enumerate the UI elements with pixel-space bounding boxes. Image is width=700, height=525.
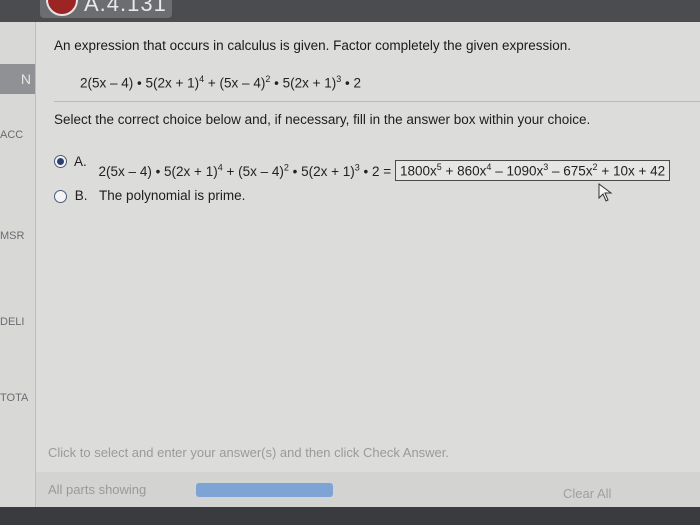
sidebar-label-tota: TOTA — [0, 392, 29, 404]
bottom-bar — [0, 507, 700, 525]
answer-part: – 1090x — [491, 163, 544, 179]
choice-a-expression: 2(5x – 4) • 5(2x + 1)4 + (5x – 4)2 • 5(2… — [98, 160, 671, 181]
status-circle-icon — [46, 0, 78, 16]
choice-a-letter: A. — [74, 153, 87, 169]
radio-choice-a[interactable] — [54, 155, 67, 169]
expr-part: + (5x – 4) — [204, 75, 266, 91]
expr-part: • 2 — [341, 75, 361, 91]
all-parts-showing-label: All parts showing — [48, 482, 147, 497]
problem-id: A.4.131 — [84, 0, 167, 16]
expr-part: 2(5x – 4) • 5(2x + 1) — [80, 75, 200, 91]
given-expression: 2(5x – 4) • 5(2x + 1)4 + (5x – 4)2 • 5(2… — [80, 74, 361, 91]
hint-text: Click to select and enter your answer(s)… — [48, 445, 450, 460]
question-prompt: An expression that occurs in calculus is… — [54, 38, 572, 53]
clear-all-button[interactable]: Clear All — [563, 486, 611, 501]
answer-part: 1800x — [399, 163, 437, 179]
sidebar-label-msr: MSR — [0, 230, 25, 242]
answer-part: + 10x + 42 — [597, 163, 666, 179]
problem-id-badge: A.4.131 — [40, 0, 172, 18]
choice-b-text: The polynomial is prime. — [99, 188, 246, 203]
answer-box[interactable]: 1800x5 + 860x4 – 1090x3 – 675x2 + 10x + … — [394, 160, 671, 181]
answer-part: – 675x — [548, 163, 593, 179]
expr-part: + (5x – 4) — [222, 163, 284, 179]
choice-b-letter: B. — [74, 188, 88, 203]
sidebar-label-acc: ACC — [0, 129, 24, 141]
mouse-cursor-icon — [598, 183, 613, 202]
footer: All parts showing Clear All — [36, 472, 700, 507]
top-bar: A.4.131 — [0, 0, 700, 22]
choice-b[interactable]: B. The polynomial is prime. — [54, 188, 245, 203]
instructions: Select the correct choice below and, if … — [54, 112, 591, 127]
radio-choice-b[interactable] — [54, 189, 67, 203]
sidebar-nav-button[interactable]: N — [0, 64, 35, 94]
answer-part: + 860x — [441, 163, 487, 179]
progress-bar — [196, 483, 333, 497]
expr-part: • 5(2x + 1) — [270, 75, 337, 91]
choice-a[interactable]: A. 2(5x – 4) • 5(2x + 1)4 + (5x – 4)2 • … — [54, 150, 671, 181]
question-panel: An expression that occurs in calculus is… — [36, 22, 700, 507]
expr-part: • 5(2x + 1) — [288, 163, 355, 179]
sidebar: N ACC MSR DELI TOTA — [0, 22, 36, 525]
divider — [54, 101, 700, 102]
expr-part: 2(5x – 4) • 5(2x + 1) — [98, 163, 218, 179]
sidebar-label-deli: DELI — [0, 316, 25, 328]
expr-part: • 2 = — [359, 163, 392, 179]
